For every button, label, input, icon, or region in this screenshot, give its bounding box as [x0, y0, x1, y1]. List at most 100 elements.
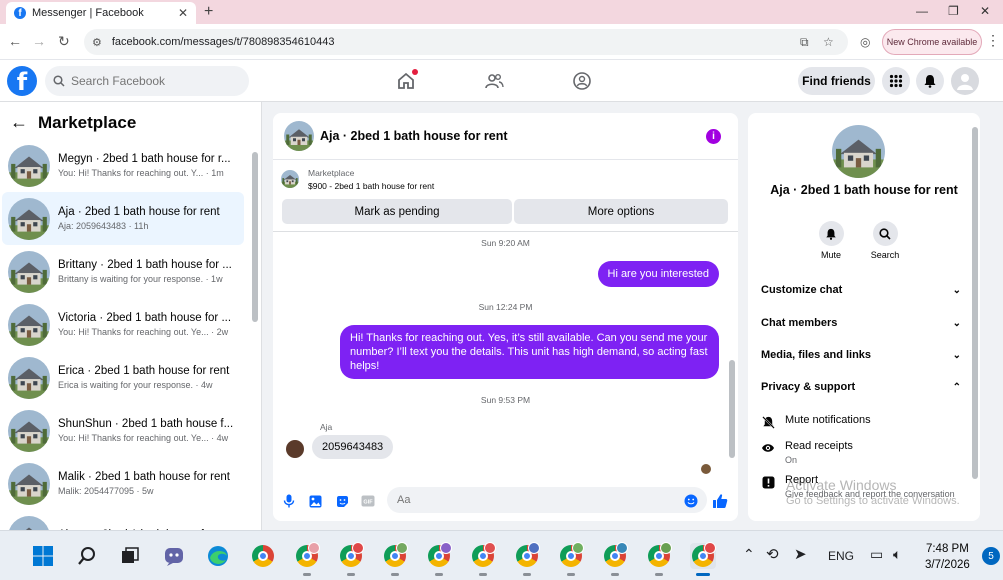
conversation-item[interactable]: Alyssa · 2bed 1 bath house for re... — [2, 510, 244, 530]
info-icon[interactable]: i — [706, 129, 721, 144]
conversation-item[interactable]: Brittany · 2bed 1 bath house for ... Brit… — [2, 245, 244, 298]
sync-icon[interactable]: ⟲ — [766, 545, 779, 563]
chrome-taskbar-button[interactable] — [690, 542, 716, 569]
chat-avatar[interactable] — [284, 121, 314, 151]
conversation-name: Aja · 2bed 1 bath house for rent — [58, 206, 220, 218]
chrome-taskbar-button[interactable] — [294, 542, 320, 569]
privacy-support-section[interactable]: Privacy & support ⌃ — [761, 381, 961, 393]
chat-members-section[interactable]: Chat members ⌄ — [761, 317, 961, 329]
search-action[interactable]: Search — [860, 221, 910, 260]
facebook-logo-icon[interactable]: f — [7, 66, 37, 96]
conversation-item[interactable]: ShunShun · 2bed 1 bath house f... You: Hi… — [2, 404, 244, 457]
listing-thumbnail[interactable] — [281, 170, 299, 188]
mark-as-pending-button[interactable]: Mark as pending — [282, 199, 512, 224]
chrome-taskbar-button[interactable] — [426, 542, 452, 569]
read-receipts-item[interactable]: Read receipts On — [761, 440, 971, 466]
notifications-button[interactable] — [916, 67, 944, 95]
chrome-taskbar-button[interactable] — [250, 543, 276, 569]
install-app-icon[interactable]: ⧉ — [800, 35, 809, 50]
sticker-button[interactable] — [333, 492, 351, 510]
location-icon[interactable]: ➤ — [794, 545, 807, 563]
conversation-list-scrollbar[interactable] — [252, 152, 258, 322]
details-avatar[interactable] — [832, 125, 885, 178]
chat-title[interactable]: Aja · 2bed 1 bath house for rent — [320, 129, 508, 143]
chat-window: Aja · 2bed 1 bath house for rent i Marke… — [273, 113, 738, 521]
incoming-message[interactable]: 2059643483 — [312, 435, 394, 459]
details-scrollbar[interactable] — [972, 127, 978, 479]
notification-center-badge[interactable]: 5 — [982, 547, 1000, 565]
url-field[interactable]: ⚙ facebook.com/messages/t/78089835461044… — [84, 29, 848, 55]
account-avatar[interactable] — [951, 67, 979, 95]
chrome-taskbar-button[interactable] — [646, 542, 672, 569]
chrome-taskbar-button[interactable] — [470, 542, 496, 569]
conversation-item[interactable]: Aja · 2bed 1 bath house for rent Aja: 205… — [2, 192, 244, 245]
outgoing-message[interactable]: Hi are you interested — [597, 261, 719, 287]
groups-nav-button[interactable] — [570, 69, 594, 93]
display-icon[interactable]: ▭ — [870, 546, 883, 563]
new-chrome-available-button[interactable]: New Chrome available — [882, 29, 982, 55]
back-arrow-icon[interactable]: ← — [10, 112, 28, 133]
emoji-button[interactable] — [682, 492, 700, 510]
chrome-taskbar-button[interactable] — [602, 542, 628, 569]
friends-nav-button[interactable] — [482, 69, 506, 93]
chat-scrollbar[interactable] — [729, 238, 735, 468]
window-close-icon[interactable]: ✕ — [980, 4, 990, 18]
mute-button[interactable] — [818, 221, 844, 246]
message-input[interactable] — [387, 487, 707, 513]
more-options-button[interactable]: More options — [514, 199, 728, 224]
photo-button[interactable] — [306, 492, 324, 510]
language-indicator[interactable]: ENG — [828, 549, 854, 563]
chrome-taskbar-button[interactable] — [382, 542, 408, 569]
minimize-icon[interactable]: — — [916, 4, 928, 18]
profile-icon[interactable]: ◎ — [860, 35, 870, 49]
tray-overflow-icon[interactable]: ⌃ — [743, 546, 755, 563]
teams-button[interactable] — [161, 543, 187, 569]
bookmark-star-icon[interactable]: ☆ — [823, 35, 834, 49]
reload-icon[interactable]: ↻ — [58, 33, 70, 50]
search-taskbar-button[interactable] — [74, 543, 100, 569]
microphone-button[interactable] — [280, 492, 298, 510]
browser-tab[interactable]: f Messenger | Facebook ✕ — [6, 2, 196, 24]
facebook-search[interactable] — [45, 66, 249, 96]
conversation-item[interactable]: Megyn · 2bed 1 bath house for r... You: H… — [2, 139, 244, 192]
listing-title[interactable]: $900 - 2bed 1 bath house for rent — [308, 181, 434, 191]
search-input[interactable] — [71, 74, 231, 88]
site-info-icon[interactable]: ⚙ — [92, 36, 102, 49]
mute-action[interactable]: Mute — [806, 221, 856, 260]
edge-button[interactable] — [205, 543, 231, 569]
chrome-taskbar-button[interactable] — [558, 542, 584, 569]
restore-icon[interactable]: ❐ — [948, 4, 959, 18]
sender-avatar[interactable] — [286, 440, 304, 458]
chrome-taskbar-button[interactable] — [514, 542, 540, 569]
find-friends-button[interactable]: Find friends — [798, 67, 875, 95]
back-icon[interactable]: ← — [8, 33, 22, 49]
like-button[interactable] — [711, 492, 729, 510]
home-nav-button[interactable] — [394, 69, 418, 93]
task-view-button[interactable] — [117, 543, 143, 569]
gif-button[interactable]: GIF — [359, 492, 377, 510]
conversation-item[interactable]: Erica · 2bed 1 bath house for rent Erica … — [2, 351, 244, 404]
new-tab-icon[interactable]: + — [204, 3, 213, 21]
account-icon — [957, 74, 973, 90]
tab-close-icon[interactable]: ✕ — [178, 6, 188, 20]
chrome-taskbar-button[interactable] — [338, 542, 364, 569]
search-in-conversation-button[interactable] — [872, 221, 898, 246]
forward-icon[interactable]: → — [32, 33, 46, 49]
conversation-item[interactable]: Victoria · 2bed 1 bath house for ... You:… — [2, 298, 244, 351]
system-clock[interactable]: 7:48 PM 3/7/2026 — [925, 541, 970, 573]
start-button[interactable] — [30, 543, 56, 569]
marketplace-conversations-panel: ← Marketplace Megyn · 2bed 1 bath house … — [0, 102, 262, 530]
mute-notifications-item[interactable]: Mute notifications — [761, 414, 971, 429]
search-icon — [879, 227, 891, 240]
menu-button[interactable] — [882, 67, 910, 95]
mute-label: Mute — [820, 250, 841, 260]
conversation-item[interactable]: Malik · 2bed 1 bath house for rent Malik:… — [2, 457, 244, 510]
chat-scrollbar-thumb[interactable] — [729, 360, 735, 458]
outgoing-message[interactable]: Hi! Thanks for reaching out. Yes, it’s s… — [340, 325, 719, 379]
volume-icon[interactable]: 🔈︎ — [893, 546, 901, 563]
media-files-links-section[interactable]: Media, files and links ⌄ — [761, 349, 961, 361]
thumbs-up-icon — [713, 494, 728, 508]
page-scrollbar[interactable] — [996, 102, 1003, 530]
customize-chat-section[interactable]: Customize chat ⌄ — [761, 284, 961, 296]
browser-menu-icon[interactable]: ⋮ — [986, 32, 1000, 49]
